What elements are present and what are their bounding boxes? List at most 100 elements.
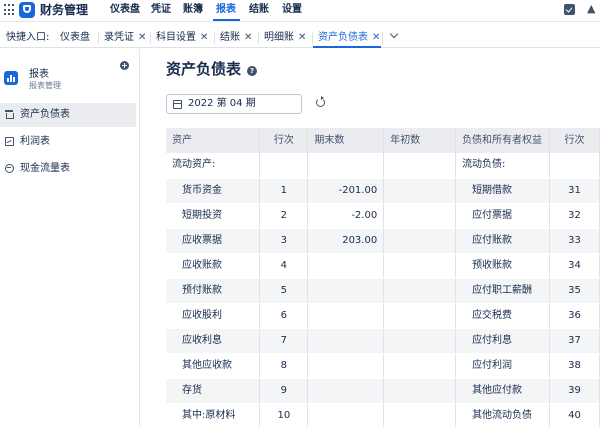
end-balance-cell[interactable] [307, 153, 385, 179]
table-header-row: 资产 行次 期末数 年初数 负债和所有者权益 行次 [166, 128, 600, 153]
more-icon[interactable]: ▲ [587, 3, 595, 15]
table-row: 应收票据 3 203.00 应付账款 33 [166, 228, 600, 254]
liability-line-cell [549, 153, 600, 179]
liability-name-cell: 短期借款 [455, 178, 551, 204]
asset-name-cell: 应收账款 [166, 253, 261, 279]
begin-balance-cell[interactable] [383, 378, 457, 404]
sidebar-item-balance-sheet[interactable]: 资产负债表 [0, 103, 136, 127]
period-selector[interactable]: 2022 第 04 期 [166, 94, 302, 114]
quick-tab-detail-ledger[interactable]: 明细账 ✕ [264, 28, 306, 48]
table-row: 其中:原材料 10 其他流动负债 40 [166, 403, 600, 427]
nav-voucher[interactable]: 凭证 [151, 4, 171, 16]
quick-tab-closing[interactable]: 结账 ✕ [220, 28, 252, 48]
end-balance-cell[interactable] [307, 353, 385, 379]
asset-name-cell: 流动资产: [166, 153, 261, 179]
liability-name-cell: 应付利息 [455, 328, 551, 354]
add-icon[interactable]: + [120, 61, 129, 70]
asset-line-cell: 10 [259, 403, 309, 427]
sidebar-item-label: 利润表 [20, 136, 50, 147]
begin-balance-cell[interactable] [383, 353, 457, 379]
bank-icon [5, 110, 14, 119]
asset-line-cell: 4 [259, 253, 309, 279]
sidebar-item-income-statement[interactable]: 利润表 [0, 130, 136, 154]
calendar-icon [173, 100, 182, 109]
nav-ledger[interactable]: 账簿 [183, 4, 203, 16]
sidebar-item-label: 资产负债表 [20, 109, 70, 120]
close-icon[interactable]: ✕ [244, 32, 252, 43]
quick-tab-label: 明细账 [264, 32, 294, 43]
report-chart-icon [4, 71, 18, 85]
nav-dashboard[interactable]: 仪表盘 [110, 4, 140, 16]
table-row: 应收账款 4 预收账款 34 [166, 253, 600, 279]
end-balance-cell[interactable] [307, 328, 385, 354]
close-icon[interactable]: ✕ [298, 32, 306, 43]
begin-balance-cell[interactable] [383, 153, 457, 179]
task-check-icon[interactable] [564, 4, 575, 15]
quick-tab-label: 仪表盘 [60, 32, 90, 43]
quick-tab-dashboard[interactable]: 仪表盘 [60, 28, 90, 48]
asset-name-cell: 其中:原材料 [166, 403, 261, 427]
asset-name-cell: 其他应收款 [166, 353, 261, 379]
liability-line-cell: 33 [549, 228, 600, 254]
close-icon[interactable]: ✕ [372, 32, 380, 43]
nav-settings[interactable]: 设置 [282, 4, 302, 16]
column-header-liab-line-no: 行次 [549, 128, 600, 153]
asset-line-cell: 2 [259, 203, 309, 229]
sidebar-item-cash-flow[interactable]: 现金流量表 [0, 157, 136, 181]
begin-balance-cell[interactable] [383, 403, 457, 427]
begin-balance-cell[interactable] [383, 303, 457, 329]
table-row: 流动资产: 流动负债: [166, 153, 600, 179]
quick-access-bar: 快捷入口: 仪表盘 录凭证 ✕ 科目设置 ✕ 结账 ✕ 明细账 ✕ 资产负债表 ✕ [0, 28, 600, 48]
liability-name-cell: 流动负债: [455, 153, 551, 179]
cashflow-icon [5, 164, 14, 173]
end-balance-cell[interactable]: -2.00 [307, 203, 385, 229]
help-icon[interactable]: ? [247, 66, 257, 76]
end-balance-cell[interactable]: -201.00 [307, 178, 385, 204]
quick-tab-voucher-entry[interactable]: 录凭证 ✕ [104, 28, 146, 48]
liability-name-cell: 应付利润 [455, 353, 551, 379]
table-row: 应收利息 7 应付利息 37 [166, 328, 600, 354]
trend-icon [5, 137, 14, 146]
begin-balance-cell[interactable] [383, 278, 457, 304]
quick-tab-account-settings[interactable]: 科目设置 ✕ [156, 28, 208, 48]
liability-line-cell: 31 [549, 178, 600, 204]
close-icon[interactable]: ✕ [200, 32, 208, 43]
quick-tab-label: 资产负债表 [318, 32, 368, 43]
nav-closing[interactable]: 结账 [249, 4, 269, 16]
asset-line-cell: 9 [259, 378, 309, 404]
end-balance-cell[interactable]: 203.00 [307, 228, 385, 254]
end-balance-cell[interactable] [307, 278, 385, 304]
end-balance-cell[interactable] [307, 303, 385, 329]
begin-balance-cell[interactable] [383, 203, 457, 229]
liability-name-cell: 应付职工薪酬 [455, 278, 551, 304]
liability-name-cell: 其他流动负债 [455, 403, 551, 427]
begin-balance-cell[interactable] [383, 178, 457, 204]
liability-line-cell: 37 [549, 328, 600, 354]
refresh-icon[interactable] [316, 96, 325, 107]
liability-line-cell: 38 [549, 353, 600, 379]
period-value: 2022 第 04 期 [188, 98, 256, 109]
balance-sheet-table: 资产 行次 期末数 年初数 负债和所有者权益 行次 流动资产: 流动负债: 货币资金… [166, 128, 600, 427]
tab-divider [214, 32, 215, 44]
quick-tab-balance-sheet[interactable]: 资产负债表 ✕ [318, 28, 380, 48]
chevron-down-icon[interactable] [390, 31, 398, 39]
asset-line-cell: 3 [259, 228, 309, 254]
begin-balance-cell[interactable] [383, 253, 457, 279]
begin-balance-cell[interactable] [383, 328, 457, 354]
sidebar-subtitle: 报表管理 [29, 81, 61, 90]
tab-divider [98, 32, 99, 44]
asset-name-cell: 应收利息 [166, 328, 261, 354]
quick-tab-label: 录凭证 [104, 32, 134, 43]
nav-reports[interactable]: 报表 [216, 4, 236, 16]
column-header-line-no: 行次 [259, 128, 309, 153]
asset-name-cell: 预付账款 [166, 278, 261, 304]
close-icon[interactable]: ✕ [138, 32, 146, 43]
sidebar-item-label: 现金流量表 [20, 163, 70, 174]
end-balance-cell[interactable] [307, 403, 385, 427]
app-grid-icon[interactable] [4, 4, 16, 16]
table-row: 预付账款 5 应付职工薪酬 35 [166, 278, 600, 304]
end-balance-cell[interactable] [307, 253, 385, 279]
end-balance-cell[interactable] [307, 378, 385, 404]
sidebar-title: 报表 [29, 69, 49, 80]
begin-balance-cell[interactable] [383, 228, 457, 254]
